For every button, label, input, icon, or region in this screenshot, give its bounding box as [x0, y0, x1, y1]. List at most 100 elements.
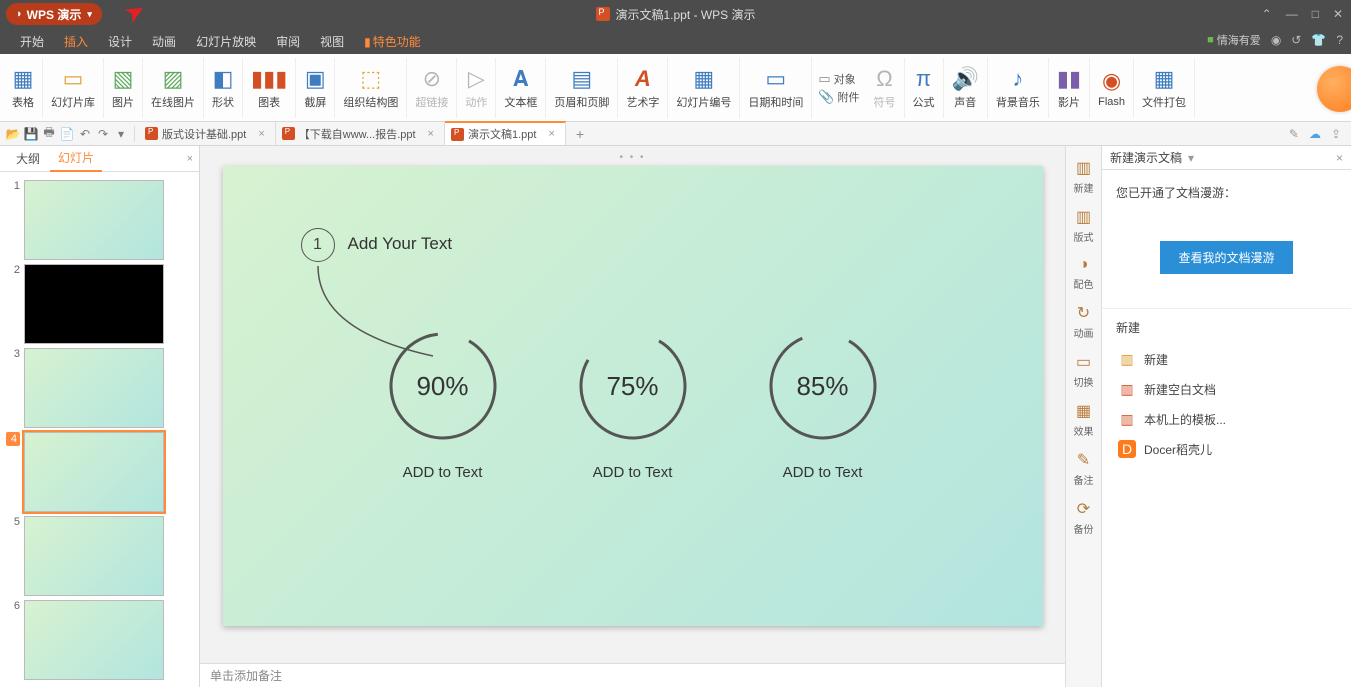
slide-handle[interactable]: • • • [619, 152, 645, 163]
new-item-3[interactable]: ▥本机上的模板... [1116, 404, 1337, 434]
new-item-1[interactable]: ▥新建 [1116, 344, 1337, 374]
ring-3[interactable]: 85% ADD to Text [743, 326, 903, 481]
ribbon-headerfooter[interactable]: ▤页眉和页脚 [546, 58, 618, 118]
sync-icon[interactable]: ◉ [1271, 33, 1281, 47]
ribbon-action: ▷动作 [457, 58, 496, 118]
ribbon-orgchart[interactable]: ⬚组织结构图 [335, 58, 407, 118]
menu-view[interactable]: 视图 [310, 29, 354, 54]
share-icon[interactable]: ⇪ [1331, 127, 1341, 141]
slide-number-circle: 1 [301, 228, 335, 262]
task-pane-close[interactable]: × [1336, 151, 1343, 165]
ribbon-object-attach[interactable]: ▭对象 📎附件 [812, 71, 865, 105]
thumb-4[interactable] [24, 432, 164, 512]
minimize-button[interactable]: — [1286, 7, 1298, 21]
task-pane: 新建演示文稿 ▾ × 您已开通了文档漫游： 查看我的文档漫游 新建 ▥新建 ▥新… [1101, 146, 1351, 687]
assistant-ball[interactable] [1317, 66, 1351, 112]
ribbon-bgmusic[interactable]: ♪背景音乐 [988, 58, 1049, 118]
menu-insert[interactable]: 插入 [54, 29, 98, 54]
ribbon-textbox[interactable]: 𝐀文本框 [496, 58, 546, 118]
menu-design[interactable]: 设计 [98, 29, 142, 54]
ribbon-datetime[interactable]: ▭日期和时间 [740, 58, 812, 118]
ribbon-screenshot[interactable]: ▣截屏 [296, 58, 335, 118]
menu-slideshow[interactable]: 幻灯片放映 [186, 29, 266, 54]
doc-tab-2[interactable]: 【下载自www...报告.ppt× [276, 122, 445, 146]
close-button[interactable]: ✕ [1333, 7, 1343, 21]
maximize-button[interactable]: □ [1312, 7, 1319, 21]
side-new[interactable]: ▥新建 [1074, 152, 1094, 201]
preview-icon[interactable]: 📄 [58, 127, 76, 141]
title-bar: WPS 演示 ▾ ➤ 演示文稿1.ppt - WPS 演示 ⌃ — □ ✕ [0, 0, 1351, 28]
side-color[interactable]: ◑配色 [1074, 250, 1094, 297]
panel-close-icon[interactable]: × [187, 153, 193, 165]
slide-canvas[interactable]: 1 Add Your Text 90% ADD to Text 75% ADD … [223, 166, 1043, 626]
ribbon-hyperlink: ⊘超链接 [407, 58, 457, 118]
print-icon[interactable]: 🖶 [40, 123, 58, 144]
thumb-5[interactable] [24, 516, 164, 596]
side-layout[interactable]: ▥版式 [1074, 201, 1094, 250]
outline-tab[interactable]: 大纲 [8, 146, 48, 171]
new-item-4[interactable]: DDocer稻壳儿 [1116, 434, 1337, 464]
doc-tab-1[interactable]: 版式设计基础.ppt× [139, 122, 276, 146]
side-transition[interactable]: ▭切换 [1074, 346, 1094, 395]
thumb-2[interactable] [24, 264, 164, 344]
history-icon[interactable]: ↺ [1291, 33, 1301, 47]
side-notes[interactable]: ✎备注 [1074, 444, 1094, 493]
menu-review[interactable]: 审阅 [266, 29, 310, 54]
menu-animation[interactable]: 动画 [142, 29, 186, 54]
menu-bar: 开始 插入 设计 动画 幻灯片放映 审阅 视图 ▮特色功能 ■情海有爱 ◉ ↺ … [0, 28, 1351, 54]
thumb-6[interactable] [24, 600, 164, 680]
save-icon[interactable]: 💾 [22, 127, 40, 141]
cloud-icon[interactable]: ☁ [1309, 127, 1321, 141]
annotation-arrow: ➤ [119, 0, 151, 30]
thumb-3[interactable] [24, 348, 164, 428]
ribbon-wordart[interactable]: A艺术字 [618, 58, 668, 118]
new-item-2[interactable]: ▥新建空白文档 [1116, 374, 1337, 404]
window-title: 演示文稿1.ppt - WPS 演示 [595, 6, 755, 23]
ribbon-chart[interactable]: ▮▮▮图表 [243, 58, 296, 118]
side-effect[interactable]: ▦效果 [1074, 395, 1094, 444]
new-section-title: 新建 [1116, 319, 1337, 336]
ribbon: ▦表格 ▭幻灯片库 ▧图片 ▨在线图片 ◧形状 ▮▮▮图表 ▣截屏 ⬚组织结构图… [0, 54, 1351, 122]
close-icon[interactable]: × [548, 128, 554, 140]
thumb-1[interactable] [24, 180, 164, 260]
main-area: 大纲 幻灯片 × 1 2 3 4 5 6 • • • 1 Add Your Te… [0, 146, 1351, 687]
view-roaming-button[interactable]: 查看我的文档漫游 [1160, 241, 1292, 274]
close-icon[interactable]: × [258, 128, 264, 140]
skin-icon[interactable]: 👕 [1311, 33, 1326, 47]
menu-special[interactable]: ▮特色功能 [354, 29, 431, 54]
ribbon-online-picture[interactable]: ▨在线图片 [143, 58, 204, 118]
dropdown-icon[interactable]: ▾ [1188, 151, 1194, 165]
side-animation[interactable]: ↻动画 [1074, 297, 1094, 346]
redo-icon[interactable]: ↷ [94, 127, 112, 141]
app-menu-button[interactable]: WPS 演示 ▾ [6, 3, 102, 25]
ribbon-flash[interactable]: ◉Flash [1090, 58, 1134, 118]
ribbon-equation[interactable]: π公式 [905, 58, 944, 118]
user-account[interactable]: ■情海有爱 [1207, 32, 1261, 48]
doc-tab-3[interactable]: 演示文稿1.ppt× [445, 121, 566, 145]
ribbon-movie[interactable]: ▮▮影片 [1049, 58, 1090, 118]
ring-2[interactable]: 75% ADD to Text [553, 326, 713, 481]
tool-icon[interactable]: ✎ [1289, 127, 1299, 141]
undo-icon[interactable]: ↶ [76, 127, 94, 141]
ribbon-slidenum[interactable]: ▦幻灯片编号 [668, 58, 740, 118]
side-backup[interactable]: ⟳备份 [1074, 493, 1094, 542]
ribbon-shapes[interactable]: ◧形状 [204, 58, 243, 118]
ribbon-table[interactable]: ▦表格 [4, 58, 43, 118]
close-icon[interactable]: × [428, 128, 434, 140]
ring-1[interactable]: 90% ADD to Text [363, 326, 523, 481]
help-icon[interactable]: ? [1336, 33, 1343, 47]
ribbon-picture[interactable]: ▧图片 [104, 58, 143, 118]
slide-title[interactable]: Add Your Text [348, 234, 453, 254]
more-qa-icon[interactable]: ▾ [112, 127, 130, 141]
window-controls: ⌃ — □ ✕ [1262, 7, 1351, 21]
app-name: WPS 演示 [27, 6, 82, 23]
ribbon-collapse-icon[interactable]: ⌃ [1262, 7, 1272, 21]
ribbon-package[interactable]: ▦文件打包 [1134, 58, 1195, 118]
menu-start[interactable]: 开始 [10, 29, 54, 54]
ribbon-slidelib[interactable]: ▭幻灯片库 [43, 58, 104, 118]
add-tab-button[interactable]: + [566, 126, 594, 142]
open-icon[interactable]: 📂 [4, 127, 22, 141]
notes-area[interactable]: 单击添加备注 [200, 663, 1065, 687]
slides-tab[interactable]: 幻灯片 [50, 145, 102, 172]
ribbon-sound[interactable]: 🔊声音 [944, 58, 988, 118]
